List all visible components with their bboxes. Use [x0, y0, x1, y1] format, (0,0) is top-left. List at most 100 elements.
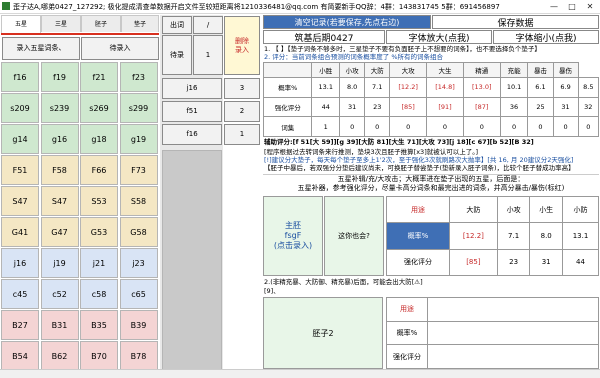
- stats-cell: 44: [311, 96, 341, 118]
- affix-cell[interactable]: g19: [119, 124, 158, 154]
- stats-header-cell: 精通: [462, 62, 501, 78]
- enter-five-star-button[interactable]: 录入五星词条、: [2, 37, 80, 60]
- affix-cell[interactable]: G53: [80, 217, 118, 247]
- affix-cell[interactable]: B62: [40, 341, 79, 371]
- card-cell: 8.0: [529, 222, 563, 250]
- warning-3: 【胚子中暴后，若双强分分垫后建议尚未，可换胚子替尝垫子(垫新录入胚子词条)，比较…: [264, 164, 575, 172]
- affix-cell[interactable]: F66: [80, 155, 118, 185]
- tab-pad[interactable]: 垫子: [121, 15, 159, 32]
- affix-cell[interactable]: f21: [80, 62, 118, 92]
- affix-cell[interactable]: S58: [119, 186, 158, 216]
- tab-embryo[interactable]: 胚子: [81, 15, 121, 32]
- pending-button[interactable]: 待录入: [81, 37, 159, 60]
- main-card-table-container: 用途 大防 小攻 小生 小防 概率% [12.2] 7.1 8.0 13.1 强化评分 [85] 23 3…: [386, 195, 600, 277]
- p9-label: [9]、: [264, 287, 280, 295]
- tab-underline: [1, 33, 159, 35]
- affix-grid: f16 f19 f21 f23 s209 s239 s269 s299 g14 g16 g18 g19…: [1, 62, 159, 372]
- pending-item[interactable]: f16: [162, 124, 222, 145]
- window-title: 歪子达A,哪弟0427_127292; 极化提成清查单数据开启文件至较短距离将1…: [13, 3, 500, 11]
- affix-cell[interactable]: B27: [1, 310, 39, 340]
- affix-cell[interactable]: s209: [1, 93, 39, 123]
- card-cell: 7.1: [496, 222, 531, 250]
- affix-cell[interactable]: s269: [80, 93, 118, 123]
- stats-table: 小胜 小攻 大防 大攻 大生 精通 充能 暴击 暴伤 概率% 13.1 8.0 7.1 [12.2] [14…: [262, 62, 600, 137]
- affix-cell[interactable]: F51: [1, 155, 39, 185]
- tab-five-star[interactable]: 五星: [1, 15, 41, 33]
- stats-header-cell: 小胜: [311, 62, 341, 78]
- close-button[interactable]: ✕: [581, 0, 599, 14]
- pending-item[interactable]: j16: [162, 78, 222, 99]
- five-star-note-2: 五星补器，参考强化评分，尽量卡高分词条和最完出进的词条，并高分暴击/暴伤(标红): [297, 184, 565, 192]
- affix-cell[interactable]: j16: [1, 248, 39, 278]
- font-smaller-button[interactable]: 字体缩小(点我): [493, 30, 599, 44]
- stats-cell: 0: [499, 116, 529, 137]
- affix-cell[interactable]: B70: [80, 341, 118, 371]
- warning-1: [程序根据过去转词条来行推测，垫块3次且胚子推算[x3]就被认可以上了。]: [264, 148, 479, 156]
- card-header-cell: 用途: [386, 195, 450, 224]
- card2-row-label: 概率%: [386, 320, 428, 346]
- affix-cell[interactable]: G41: [1, 217, 39, 247]
- second-embryo-button[interactable]: 胚子2: [263, 297, 383, 369]
- affix-cell[interactable]: c45: [1, 279, 39, 309]
- affix-cell[interactable]: s239: [40, 93, 79, 123]
- affix-cell[interactable]: j23: [119, 248, 158, 278]
- stats-cell: [91]: [426, 96, 464, 118]
- aux-score: 辅助评分:[f 51[大 59]][g 39][大防 81][大生 71][大攻…: [264, 138, 534, 146]
- affix-cell[interactable]: g16: [40, 124, 79, 154]
- affix-cell[interactable]: c58: [80, 279, 118, 309]
- stats-cell: 0: [364, 116, 391, 137]
- stats-cell: 13.1: [311, 77, 341, 98]
- affix-cell[interactable]: f19: [40, 62, 79, 92]
- affix-cell[interactable]: g18: [80, 124, 118, 154]
- affix-cell[interactable]: c65: [119, 279, 158, 309]
- slash-button[interactable]: /: [193, 16, 223, 34]
- font-bigger-button[interactable]: 字体放大(点我): [386, 30, 492, 44]
- affix-cell[interactable]: S53: [80, 186, 118, 216]
- affix-cell[interactable]: f23: [119, 62, 158, 92]
- minimize-button[interactable]: —: [545, 0, 563, 14]
- delete-entry-button[interactable]: 删除 录入: [224, 16, 260, 75]
- affix-cell[interactable]: S47: [1, 186, 39, 216]
- pending-count: 1: [193, 35, 223, 75]
- stats-cell: 0: [527, 116, 554, 137]
- pending-item[interactable]: f51: [162, 101, 222, 122]
- card-cell: [12.2]: [448, 222, 498, 250]
- tab-three-star[interactable]: 三星: [41, 15, 81, 32]
- note-1: 1. 【 】【垫子词条不够多时，三星垫子不要有负面胚子上不想要的词条】，也不要选…: [264, 45, 541, 53]
- app-icon: [2, 2, 10, 10]
- affix-cell[interactable]: j21: [80, 248, 118, 278]
- affix-cell[interactable]: G47: [40, 217, 79, 247]
- out-button[interactable]: 出词: [162, 16, 192, 34]
- second-card-table-container: 用途 概率% 强化评分: [386, 297, 599, 369]
- stats-row-label: 词集: [262, 116, 313, 137]
- affix-cell[interactable]: c52: [40, 279, 79, 309]
- affix-cell[interactable]: G58: [119, 217, 158, 247]
- affix-cell[interactable]: B54: [1, 341, 39, 371]
- affix-cell[interactable]: f16: [1, 62, 39, 92]
- affix-cell[interactable]: g14: [1, 124, 39, 154]
- main-card-table: 用途 大防 小攻 小生 小防 概率% [12.2] 7.1 8.0 13.1 强化评分 [85] 23 3…: [386, 195, 600, 277]
- stats-header-cell: 大攻: [389, 62, 428, 78]
- stats-cell: 0: [426, 116, 464, 137]
- stats-cell: [87]: [462, 96, 501, 118]
- maximize-button[interactable]: □: [563, 0, 581, 14]
- affix-cell[interactable]: j19: [40, 248, 79, 278]
- affix-cell[interactable]: F58: [40, 155, 79, 185]
- affix-cell[interactable]: F73: [119, 155, 158, 185]
- stats-cell: 31: [552, 96, 579, 118]
- main-embryo-button[interactable]: 主胚 fsgF (点击录入): [263, 196, 323, 276]
- affix-cell[interactable]: B31: [40, 310, 79, 340]
- clear-records-button[interactable]: 清空记录(若要保存,先点右边): [263, 15, 431, 29]
- stats-row-label: 概率%: [262, 77, 313, 98]
- affix-cell[interactable]: B35: [80, 310, 118, 340]
- empty-slots: [162, 150, 222, 378]
- stats-cell: 31: [339, 96, 366, 118]
- spare-label: 这你也会?: [324, 196, 384, 276]
- affix-cell[interactable]: S47: [40, 186, 79, 216]
- affix-cell[interactable]: B78: [119, 341, 158, 371]
- card-row-label: 强化评分: [386, 248, 450, 277]
- affix-cell[interactable]: s299: [119, 93, 158, 123]
- affix-cell[interactable]: B39: [119, 310, 158, 340]
- card-cell: 13.1: [561, 222, 600, 250]
- save-data-button[interactable]: 保存数据: [432, 15, 599, 29]
